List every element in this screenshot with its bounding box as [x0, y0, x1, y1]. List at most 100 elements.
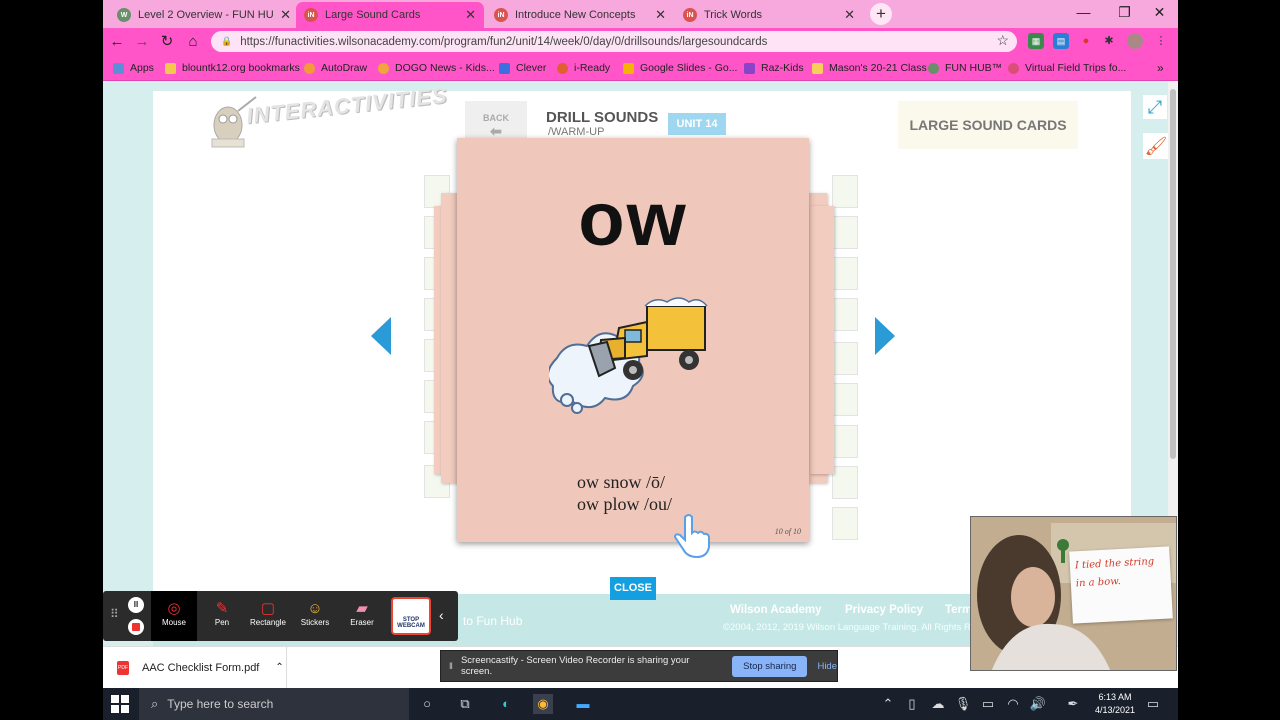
next-arrow-icon[interactable]	[875, 317, 895, 355]
thumbnail-card[interactable]	[832, 298, 858, 331]
battery-icon[interactable]: ▭	[978, 694, 998, 714]
scrollbar-thumb[interactable]	[1170, 89, 1176, 459]
mouse-tool[interactable]: ◎ Mouse	[151, 591, 197, 641]
bookmark-star-icon[interactable]: ☆	[996, 32, 1009, 49]
search-icon: ⌕	[151, 696, 159, 711]
notifications-icon[interactable]: ▭	[1143, 694, 1163, 714]
tab-large-sound-cards[interactable]: iN Large Sound Cards ✕	[296, 2, 484, 28]
new-tab-button[interactable]: +	[870, 3, 892, 25]
close-tab-icon[interactable]: ✕	[465, 7, 476, 23]
task-view-icon[interactable]: ⧉	[455, 694, 475, 714]
previous-arrow-icon[interactable]	[371, 317, 391, 355]
bookmark-virtual-field-trips[interactable]: Virtual Field Trips fo...	[1008, 59, 1126, 77]
minimize-button[interactable]: —	[1065, 0, 1102, 26]
bookmark-masons-class[interactable]: Mason's 20-21 Class	[812, 59, 927, 77]
thumbnail-card[interactable]	[832, 342, 858, 375]
interactivities-icon: iN	[683, 8, 697, 22]
download-item[interactable]: PDF AAC Checklist Form.pdf ⌃	[103, 647, 287, 688]
extensions-puzzle-icon[interactable]: ✱	[1101, 33, 1117, 49]
reload-icon[interactable]: ↻	[156, 31, 178, 53]
pause-icon: ‖	[449, 660, 453, 672]
chevron-up-icon[interactable]: ⌃	[878, 694, 898, 714]
tab-trick-words[interactable]: iN Trick Words ✕	[675, 2, 863, 28]
bookmark-fun-hub[interactable]: FUN HUB™	[928, 59, 1002, 77]
bookmark-google-slides[interactable]: Google Slides - Go...	[623, 59, 737, 77]
thumbnail-card[interactable]	[832, 507, 858, 540]
home-icon[interactable]: ⌂	[182, 31, 204, 53]
tab-level2-overview[interactable]: W Level 2 Overview - FUN HUB™ ✕	[109, 2, 299, 28]
chrome-icon[interactable]: ◉	[533, 694, 553, 714]
volume-icon[interactable]: 🔊	[1028, 694, 1048, 714]
fullscreen-expand-icon[interactable]: ⤢	[1143, 95, 1167, 119]
edge-icon[interactable]: ◐	[496, 694, 516, 714]
browser-toolbar: ← → ↻ ⌂ 🔒 https://funactivities.wilsonac…	[103, 28, 1178, 55]
bookmark-raz-kids[interactable]: Raz-Kids	[744, 59, 804, 77]
thumbnail-card[interactable]	[832, 383, 858, 416]
dogo-icon	[378, 62, 389, 74]
restore-button[interactable]: ❐	[1106, 0, 1143, 26]
stop-recording-button[interactable]	[128, 619, 144, 635]
back-button[interactable]: BACK ⬅	[465, 101, 527, 141]
wilson-academy-link[interactable]: Wilson Academy	[730, 604, 822, 616]
forward-arrow-icon[interactable]: →	[131, 31, 153, 53]
pen-icon: ✎	[215, 600, 229, 617]
microphone-icon[interactable]: 🎙	[953, 694, 973, 714]
stop-sharing-button[interactable]: Stop sharing	[732, 655, 808, 677]
thumbnail-card[interactable]	[832, 216, 858, 249]
profile-avatar[interactable]	[1127, 33, 1143, 49]
cortana-icon[interactable]: ○	[417, 694, 437, 714]
stop-webcam-button[interactable]: STOP WEBCAM	[391, 597, 431, 635]
eraser-tool[interactable]: ▰ Eraser	[339, 591, 385, 641]
privacy-policy-link[interactable]: Privacy Policy	[845, 604, 923, 616]
bookmark-clever[interactable]: Clever	[499, 59, 546, 77]
close-tab-icon[interactable]: ✕	[280, 7, 291, 23]
bookmark-i-ready[interactable]: i-Ready	[557, 59, 610, 77]
sound-card: ow ow snow /ō/ ow plow /ou/ 10 of 10	[457, 138, 809, 542]
close-button[interactable]: CLOSE	[610, 577, 656, 600]
chevron-up-icon[interactable]: ⌃	[275, 662, 283, 673]
taskbar-search[interactable]: ⌕ Type here to search	[139, 688, 409, 720]
paintbrush-icon[interactable]: 🖌	[1143, 133, 1169, 159]
wifi-icon[interactable]: ◠	[1003, 694, 1023, 714]
app-icon[interactable]: ▬	[573, 694, 593, 714]
pen-tool[interactable]: ✎ Pen	[199, 591, 245, 641]
thumbnail-card[interactable]	[832, 425, 858, 458]
system-clock[interactable]: 6:13 AM 4/13/2021	[1095, 691, 1135, 717]
windows-start-icon[interactable]	[111, 695, 129, 713]
collapse-toolbar-icon[interactable]: ‹	[439, 607, 444, 623]
onedrive-icon[interactable]: ☁	[928, 694, 948, 714]
close-tab-icon[interactable]: ✕	[844, 7, 855, 23]
more-bookmarks-icon[interactable]: »	[1157, 59, 1164, 77]
rectangle-tool[interactable]: ▢ Rectangle	[245, 591, 291, 641]
thumbnail-card[interactable]	[832, 175, 858, 208]
pause-recording-button[interactable]: II	[128, 597, 144, 613]
bookmark-apps[interactable]: Apps	[113, 59, 154, 77]
address-bar[interactable]: 🔒 https://funactivities.wilsonacademy.co…	[211, 31, 1017, 52]
unit-badge: UNIT 14	[668, 113, 726, 135]
keyword-snow: ow snow /ō/	[577, 472, 666, 492]
bookmark-blountk12[interactable]: blountk12.org bookmarks	[165, 59, 300, 77]
bookmark-autodraw[interactable]: AutoDraw	[304, 59, 367, 77]
back-arrow-icon[interactable]: ←	[106, 31, 128, 53]
stickers-tool[interactable]: ☺ Stickers	[292, 591, 338, 641]
extension-sheet-icon[interactable]: ▤	[1053, 33, 1069, 49]
hide-button[interactable]: Hide	[817, 661, 837, 672]
drag-handle-icon[interactable]: ⠿	[110, 607, 119, 621]
menu-dots-icon[interactable]: ⋮	[1153, 33, 1169, 49]
interactivities-icon: iN	[494, 8, 508, 22]
thumbnail-card[interactable]	[832, 466, 858, 499]
meet-now-icon[interactable]: ▯	[902, 694, 922, 714]
fun-hub-link[interactable]: to Fun Hub	[463, 614, 522, 628]
extension-grid-icon[interactable]: ▦	[1028, 33, 1044, 49]
mouse-icon: ◎	[167, 600, 181, 617]
bookmark-dogo-news[interactable]: DOGO News - Kids...	[378, 59, 495, 77]
tab-introduce-new-concepts[interactable]: iN Introduce New Concepts ✕	[486, 2, 674, 28]
webcam-overlay[interactable]: I tied the string in a bow.	[970, 516, 1177, 671]
thumbnail-card[interactable]	[832, 257, 858, 290]
extension-record-icon[interactable]: ●	[1078, 33, 1094, 49]
close-window-button[interactable]: ✕	[1141, 0, 1178, 26]
card-sound: ow	[578, 177, 688, 262]
pen-workspace-icon[interactable]: ✒	[1063, 694, 1083, 714]
google-drive-icon	[623, 62, 634, 74]
close-tab-icon[interactable]: ✕	[655, 7, 666, 23]
